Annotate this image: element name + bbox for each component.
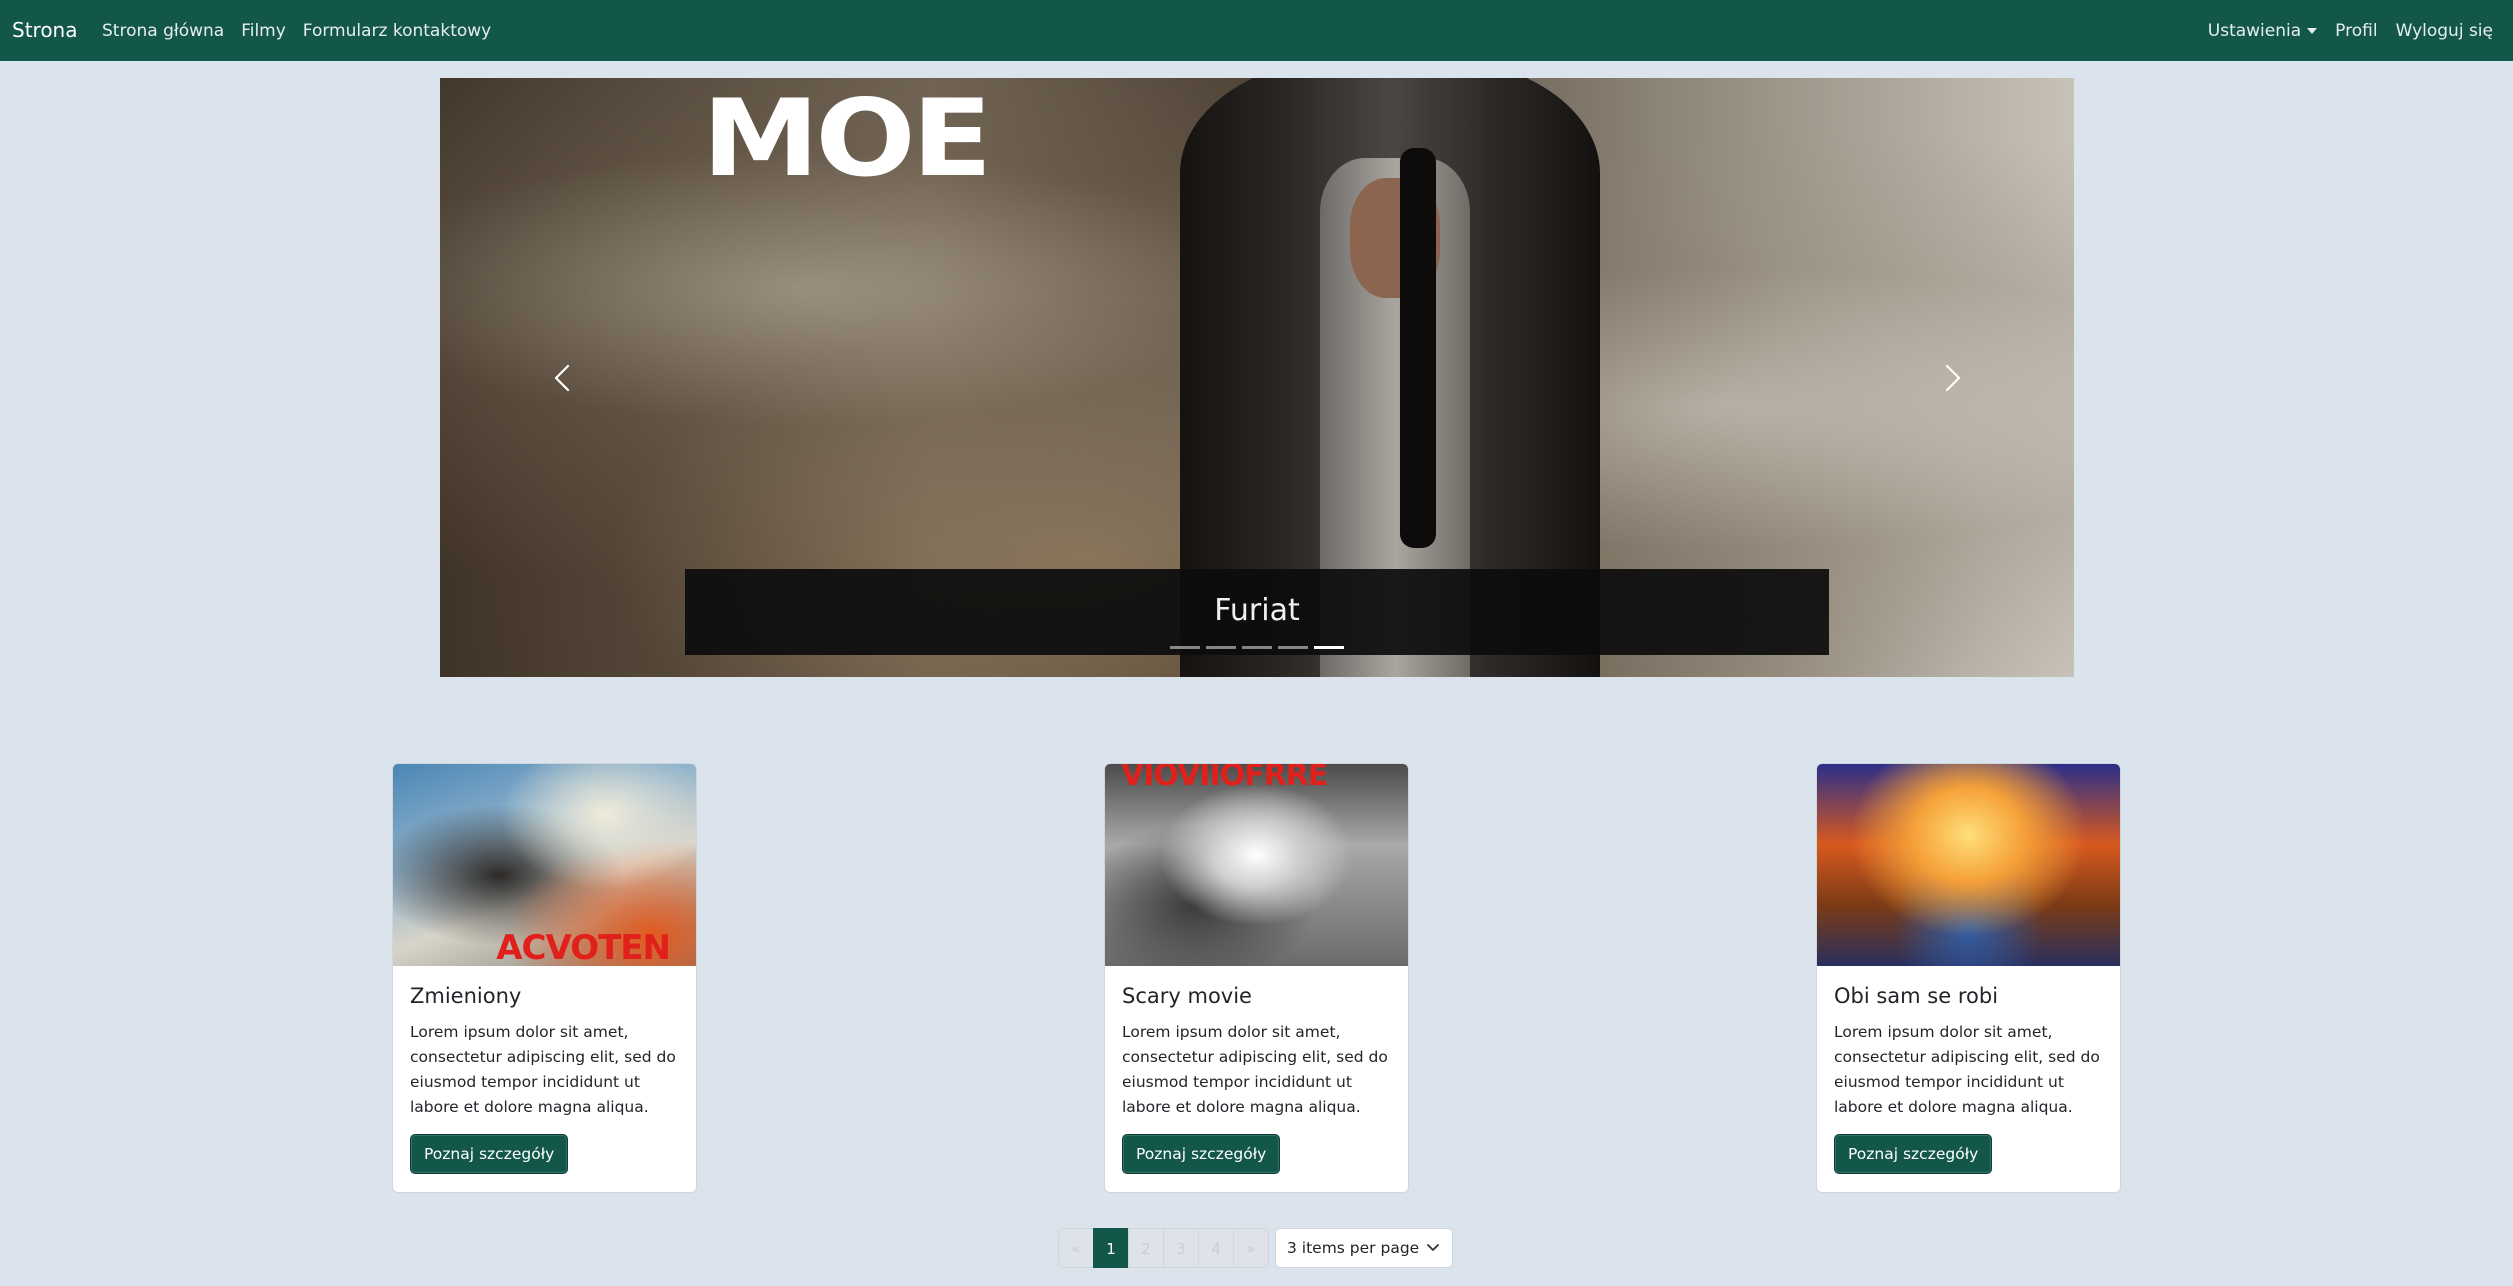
hero-carousel: MOE Furiat <box>440 78 2074 677</box>
movie-card: ACVOTEN Zmieniony Lorem ipsum dolor sit … <box>392 763 697 1193</box>
movie-card: Obi sam se robi Lorem ipsum dolor sit am… <box>1816 763 2121 1193</box>
items-per-page-value: 3 items per page <box>1287 1239 1420 1257</box>
card-text: Lorem ipsum dolor sit amet, consectetur … <box>410 1023 676 1116</box>
pagination: « 1 2 3 4 » <box>1058 1228 1269 1268</box>
settings-label: Ustawienia <box>2207 20 2302 41</box>
card-text: Lorem ipsum dolor sit amet, consectetur … <box>1122 1023 1388 1116</box>
carousel-prev-button[interactable] <box>440 78 685 677</box>
nav-link-logout[interactable]: Wyloguj się <box>2396 21 2493 41</box>
carousel-indicator[interactable] <box>1170 646 1200 649</box>
page-button[interactable]: 2 <box>1128 1228 1164 1268</box>
movie-poster-image: VIOVIIOFRRE <box>1105 764 1408 966</box>
carousel-next-button[interactable] <box>1829 78 2074 677</box>
poster-text: ACVOTEN <box>496 928 671 966</box>
page-button[interactable]: 3 <box>1163 1228 1199 1268</box>
movie-poster-image <box>1817 764 2120 966</box>
carousel-caption: Furiat <box>685 569 1829 655</box>
page-button-current[interactable]: 1 <box>1093 1228 1129 1268</box>
card-text: Lorem ipsum dolor sit amet, consectetur … <box>1834 1023 2100 1116</box>
nav-dropdown-settings[interactable]: Ustawienia <box>2207 20 2318 41</box>
nav-link-movies[interactable]: Filmy <box>241 21 286 41</box>
card-body: Scary movie Lorem ipsum dolor sit amet, … <box>1105 966 1408 1190</box>
chevron-right-icon <box>1945 364 1960 391</box>
chevron-down-icon <box>1427 1244 1439 1251</box>
nav-link-home[interactable]: Strona główna <box>102 21 224 41</box>
carousel-indicator[interactable] <box>1278 646 1308 649</box>
details-button[interactable]: Poznaj szczegóły <box>1834 1134 1993 1174</box>
brand-link[interactable]: Strona <box>12 0 78 61</box>
nav-left: Strona główna Filmy Formularz kontaktowy <box>102 0 508 61</box>
nav-link-contact[interactable]: Formularz kontaktowy <box>303 21 491 41</box>
slide-image-gun <box>1400 148 1436 548</box>
nav-link-profile[interactable]: Profil <box>2335 21 2377 41</box>
caret-down-icon <box>2307 27 2318 34</box>
details-button[interactable]: Poznaj szczegóły <box>1122 1134 1281 1174</box>
carousel-indicator[interactable] <box>1206 646 1236 649</box>
movie-poster-image: ACVOTEN <box>393 764 696 966</box>
page-button[interactable]: 4 <box>1198 1228 1234 1268</box>
poster-text: VIOVIIOFRRE <box>1121 764 1328 793</box>
details-button[interactable]: Poznaj szczegóły <box>410 1134 569 1174</box>
card-body: Zmieniony Lorem ipsum dolor sit amet, co… <box>393 966 696 1190</box>
carousel-caption-title: Furiat <box>1214 593 1300 628</box>
page-next-button[interactable]: » <box>1233 1228 1269 1268</box>
page-prev-button[interactable]: « <box>1058 1228 1094 1268</box>
movie-card: VIOVIIOFRRE Scary movie Lorem ipsum dolo… <box>1104 763 1409 1193</box>
card-title: Zmieniony <box>410 984 522 1008</box>
carousel-indicators <box>440 646 2074 649</box>
nav-right: Ustawienia Profil Wyloguj się <box>2190 0 2493 61</box>
items-per-page-select[interactable]: 3 items per page <box>1275 1228 1453 1268</box>
card-body: Obi sam se robi Lorem ipsum dolor sit am… <box>1817 966 2120 1190</box>
chevron-left-icon <box>554 364 569 391</box>
carousel-indicator[interactable] <box>1242 646 1272 649</box>
navbar: Strona Strona główna Filmy Formularz kon… <box>0 0 2513 61</box>
card-title: Obi sam se robi <box>1834 984 1999 1008</box>
carousel-indicator-active[interactable] <box>1314 646 1344 649</box>
card-title: Scary movie <box>1122 984 1252 1008</box>
slide-poster-text: MOE <box>702 78 992 201</box>
